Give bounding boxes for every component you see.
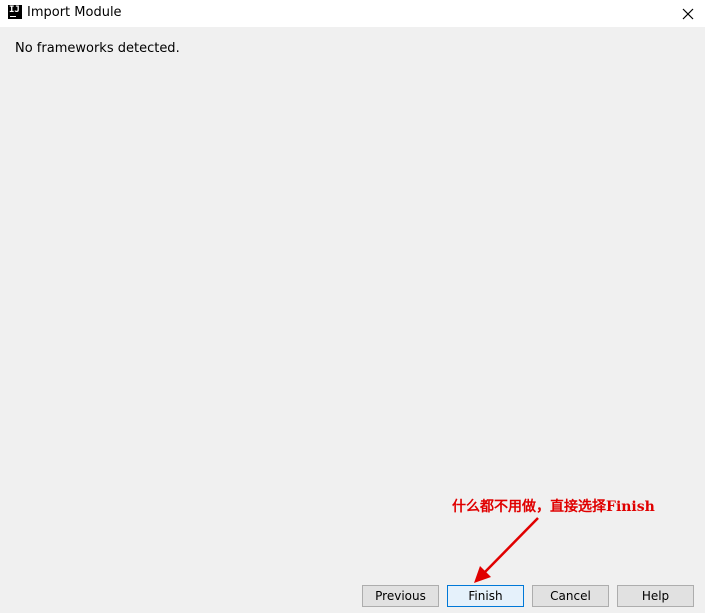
intellij-logo-icon: IJ [8, 5, 22, 19]
previous-button[interactable]: Previous [362, 585, 439, 607]
import-module-dialog: IJ Import Module No frameworks detected.… [0, 0, 705, 613]
close-button[interactable] [671, 0, 705, 27]
finish-button[interactable]: Finish [447, 585, 524, 607]
title-bar: IJ Import Module [0, 0, 705, 27]
frameworks-message: No frameworks detected. [15, 41, 180, 56]
window-title: Import Module [27, 5, 122, 20]
annotation-text: 什么都不用做，直接选择Finish [452, 499, 655, 515]
app-icon-text: IJ [9, 5, 20, 15]
close-icon [682, 8, 694, 19]
cancel-button[interactable]: Cancel [532, 585, 609, 607]
help-button[interactable]: Help [617, 585, 694, 607]
annotation-arrow-icon [474, 517, 539, 583]
